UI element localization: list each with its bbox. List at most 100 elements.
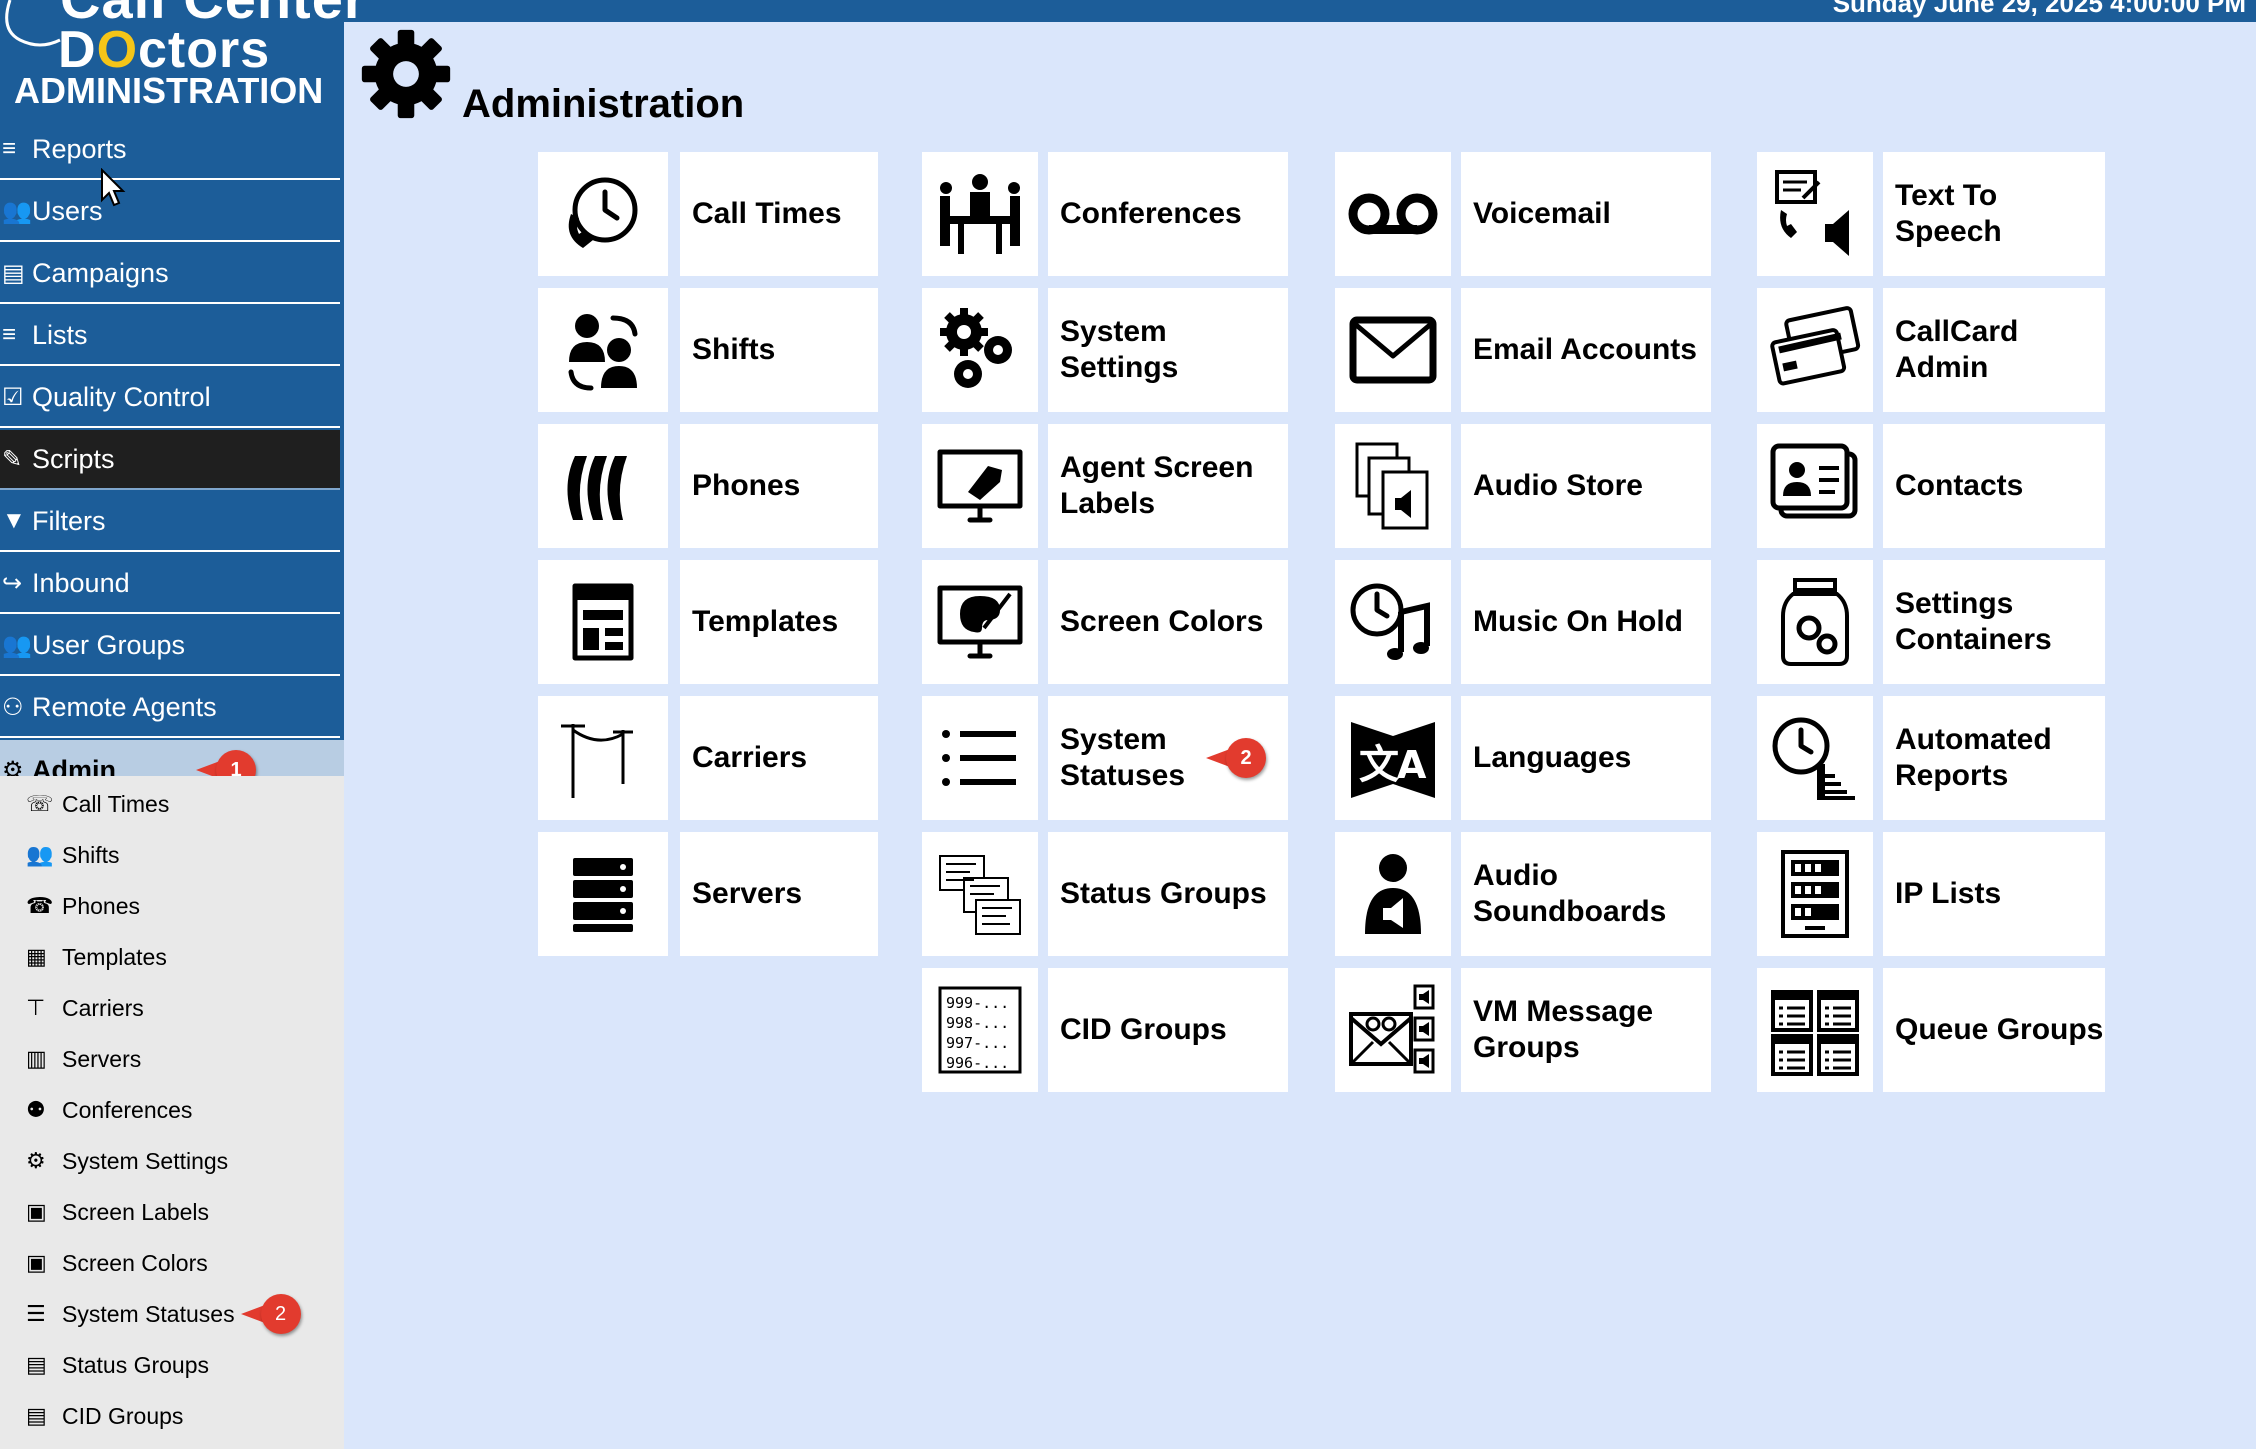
- sidebar-item-reports[interactable]: ≡ Reports: [0, 120, 340, 180]
- submenu-item-phones[interactable]: ☎ Phones: [26, 886, 140, 926]
- tile-system-statuses[interactable]: System Statuses 2: [1048, 696, 1288, 820]
- tile-icon-ip-lists[interactable]: [1757, 832, 1873, 956]
- status-groups-icon: [939, 855, 1021, 935]
- tile-call-times[interactable]: Call Times: [680, 152, 878, 276]
- tile-icon-music-on-hold[interactable]: [1335, 560, 1451, 684]
- tile-carriers[interactable]: Carriers: [680, 696, 878, 820]
- tile-icon-agent-screen-labels[interactable]: [922, 424, 1038, 548]
- submenu-item-shifts[interactable]: 👥 Shifts: [26, 835, 120, 875]
- tile-screen-colors[interactable]: Screen Colors: [1048, 560, 1288, 684]
- tile-callcard-admin[interactable]: CallCard Admin: [1883, 288, 2105, 412]
- tile-servers[interactable]: Servers: [680, 832, 878, 956]
- tile-phones[interactable]: Phones: [680, 424, 878, 548]
- tile-icon-vm-message-groups[interactable]: [1335, 968, 1451, 1092]
- sidebar-item-filters[interactable]: ▼ Filters: [0, 492, 340, 552]
- tile-label-text: Audio Store: [1473, 469, 1643, 502]
- tile-icon-callcard-admin[interactable]: [1757, 288, 1873, 412]
- tile-icon-screen-colors[interactable]: [922, 560, 1038, 684]
- ip-lists-icon: [1781, 850, 1849, 938]
- tile-icon-languages[interactable]: 文A: [1335, 696, 1451, 820]
- logo-line-3: ADMINISTRATION: [14, 70, 324, 111]
- submenu-item-label: Screen Labels: [62, 1198, 210, 1225]
- tile-audio-store[interactable]: Audio Store: [1461, 424, 1711, 548]
- step-badge: 2: [240, 1294, 301, 1334]
- tile-icon-contacts[interactable]: [1757, 424, 1873, 548]
- tile-icon-audio-store[interactable]: [1335, 424, 1451, 548]
- tile-icon-queue-groups[interactable]: [1757, 968, 1873, 1092]
- submenu-item-cid-groups[interactable]: ▤ CID Groups: [26, 1396, 183, 1436]
- tile-icon-voicemail[interactable]: [1335, 152, 1451, 276]
- carriers-icon: ⊤: [26, 995, 46, 1020]
- sidebar-item-inbound[interactable]: ↪ Inbound: [0, 554, 340, 614]
- tile-icon-templates[interactable]: [538, 560, 668, 684]
- submenu-item-status-groups[interactable]: ▤ Status Groups: [26, 1345, 209, 1385]
- sidebar-item-lists[interactable]: ≡ Lists: [0, 306, 340, 366]
- phones-icon: [567, 456, 627, 520]
- tile-icon-shifts[interactable]: [538, 288, 668, 412]
- tile-queue-groups[interactable]: Queue Groups: [1883, 968, 2105, 1092]
- tile-icon-automated-reports[interactable]: [1757, 696, 1873, 820]
- sidebar-item-user-groups[interactable]: 👥 User Groups: [0, 616, 340, 676]
- tile-voicemail[interactable]: Voicemail: [1461, 152, 1711, 276]
- tile-label-text: Queue Groups: [1895, 1013, 2104, 1046]
- submenu-item-templates[interactable]: ▦ Templates: [26, 937, 167, 977]
- submenu-item-system-statuses[interactable]: ☰ System Statuses 2: [26, 1294, 301, 1334]
- queue-groups-icon: [1771, 990, 1859, 1076]
- submenu-item-screen-colors[interactable]: ▣ Screen Colors: [26, 1243, 208, 1283]
- tile-shifts[interactable]: Shifts: [680, 288, 878, 412]
- sidebar-item-campaigns[interactable]: ▤ Campaigns: [0, 244, 340, 304]
- tile-icon-call-times[interactable]: [538, 152, 668, 276]
- sidebar-item-users[interactable]: 👥 Users: [0, 182, 340, 242]
- tile-system-settings[interactable]: System Settings: [1048, 288, 1288, 412]
- tile-ip-lists[interactable]: IP Lists: [1883, 832, 2105, 956]
- tile-icon-status-groups[interactable]: [922, 832, 1038, 956]
- tile-icon-system-settings[interactable]: [922, 288, 1038, 412]
- sidebar-item-scripts[interactable]: ✎ Scripts: [0, 430, 340, 490]
- screen-colors-icon: [937, 585, 1023, 659]
- tile-templates[interactable]: Templates: [680, 560, 878, 684]
- tile-label-text: CallCard Admin: [1895, 315, 2019, 384]
- tile-icon-system-statuses[interactable]: [922, 696, 1038, 820]
- sidebar-item-label: Quality Control: [32, 381, 211, 412]
- submenu-item-system-settings[interactable]: ⚙ System Settings: [26, 1141, 228, 1181]
- tile-icon-phones[interactable]: [538, 424, 668, 548]
- tile-icon-cid-groups[interactable]: 999-... 998-... 997-... 996-...: [922, 968, 1038, 1092]
- tile-email-accounts[interactable]: Email Accounts: [1461, 288, 1711, 412]
- tile-status-groups[interactable]: Status Groups: [1048, 832, 1288, 956]
- tile-icon-settings-containers[interactable]: [1757, 560, 1873, 684]
- tile-cid-groups[interactable]: CID Groups: [1048, 968, 1288, 1092]
- tile-vm-message-groups[interactable]: VM Message Groups: [1461, 968, 1711, 1092]
- svg-text:997-...: 997-...: [946, 1034, 1009, 1052]
- shifts-icon: 👥: [26, 842, 54, 867]
- tile-icon-email-accounts[interactable]: [1335, 288, 1451, 412]
- screen-labels-icon: [937, 449, 1023, 523]
- shifts-icon: [568, 314, 638, 391]
- tile-languages[interactable]: Languages: [1461, 696, 1711, 820]
- submenu-item-call-times[interactable]: ☏ Call Times: [26, 784, 169, 824]
- tile-icon-servers[interactable]: [538, 832, 668, 956]
- tile-music-on-hold[interactable]: Music On Hold: [1461, 560, 1711, 684]
- tile-icon-text-to-speech[interactable]: [1757, 152, 1873, 276]
- submenu-item-screen-labels[interactable]: ▣ Screen Labels: [26, 1192, 209, 1232]
- submenu-item-label: CID Groups: [62, 1402, 184, 1429]
- tile-settings-containers[interactable]: Settings Containers: [1883, 560, 2105, 684]
- submenu-item-carriers[interactable]: ⊤ Carriers: [26, 988, 144, 1028]
- submenu-item-conferences[interactable]: ⚉ Conferences: [26, 1090, 192, 1130]
- tile-icon-audio-soundboards[interactable]: [1335, 832, 1451, 956]
- tile-contacts[interactable]: Contacts: [1883, 424, 2105, 548]
- tile-conferences[interactable]: Conferences: [1048, 152, 1288, 276]
- clock-phone-icon: ☏: [26, 791, 54, 816]
- tile-icon-carriers[interactable]: [538, 696, 668, 820]
- tile-agent-screen-labels[interactable]: Agent Screen Labels: [1048, 424, 1288, 548]
- tile-icon-conferences[interactable]: [922, 152, 1038, 276]
- tile-label-text: VM Message Groups: [1473, 995, 1654, 1064]
- tile-audio-soundboards[interactable]: Audio Soundboards: [1461, 832, 1711, 956]
- tile-automated-reports[interactable]: Automated Reports: [1883, 696, 2105, 820]
- sidebar-item-remote-agents[interactable]: ⚇ Remote Agents: [0, 678, 340, 738]
- tile-text-to-speech[interactable]: Text To Speech: [1883, 152, 2105, 276]
- sidebar-item-quality-control[interactable]: ☑ Quality Control: [0, 368, 340, 428]
- settings-gears-icon: ⚙: [26, 1148, 46, 1173]
- templates-icon: [572, 583, 634, 661]
- submenu-item-servers[interactable]: ▥ Servers: [26, 1039, 141, 1079]
- tile-label-text: Screen Colors: [1060, 605, 1264, 638]
